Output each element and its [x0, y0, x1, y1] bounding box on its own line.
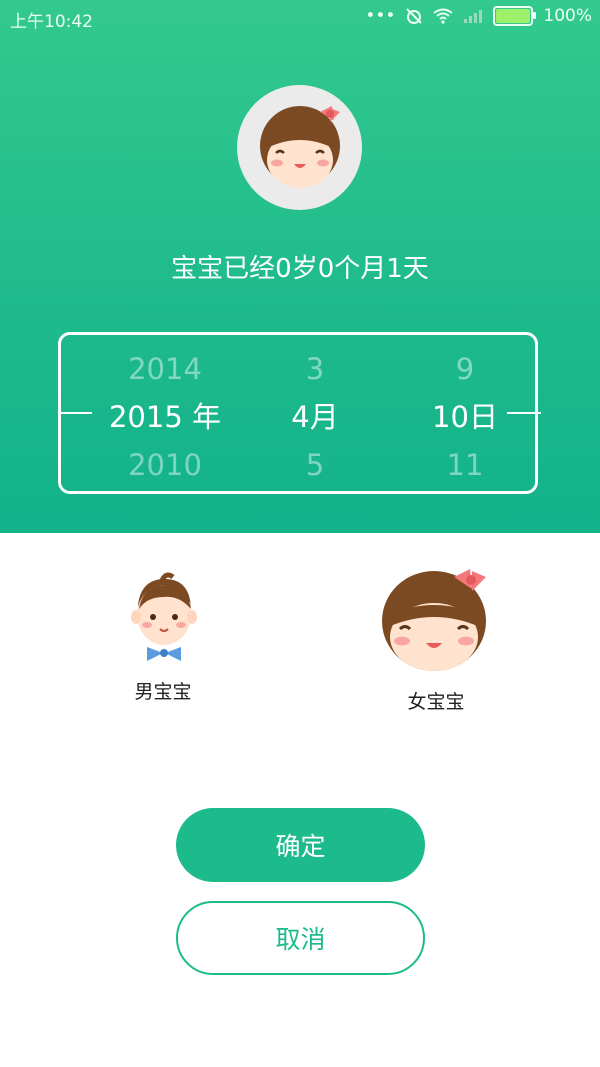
- boy-label: 男宝宝: [134, 681, 192, 703]
- year-prev[interactable]: 2014: [95, 345, 235, 393]
- month-prev[interactable]: 3: [245, 345, 385, 393]
- boy-face-icon: [131, 572, 197, 661]
- signal-icon: [464, 10, 483, 23]
- alarm-off-icon: [406, 8, 423, 24]
- status-bar: 上午10:42 ••• 100%: [0, 0, 600, 33]
- month-wheel[interactable]: 3 4月 5: [245, 345, 385, 489]
- baby-avatar[interactable]: [237, 85, 362, 210]
- battery-icon: [493, 6, 537, 26]
- month-selected[interactable]: 4月: [245, 393, 385, 441]
- day-selected[interactable]: 10日: [395, 393, 535, 441]
- baby-age-text: 宝宝已经0岁0个月1天: [171, 254, 429, 284]
- status-icons: ••• 100%: [365, 6, 592, 26]
- year-selected[interactable]: 2015 年: [95, 393, 235, 441]
- day-prev[interactable]: 9: [395, 345, 535, 393]
- gender-option-boy[interactable]: 男宝宝: [63, 565, 263, 704]
- cancel-button[interactable]: 取消: [176, 901, 425, 975]
- battery-percent: 100%: [543, 6, 592, 26]
- year-wheel[interactable]: 2014 2015 年 2010: [95, 345, 235, 489]
- gender-option-girl[interactable]: 女宝宝: [336, 565, 536, 714]
- picker-indicator-left: [58, 412, 92, 414]
- girl-face-icon: [259, 105, 340, 188]
- day-wheel[interactable]: 9 10日 11: [395, 345, 535, 489]
- day-next[interactable]: 11: [395, 441, 535, 489]
- girl-label: 女宝宝: [407, 691, 465, 713]
- more-dots-icon: •••: [365, 6, 396, 26]
- confirm-button[interactable]: 确定: [176, 808, 425, 882]
- girl-face-icon: [382, 569, 486, 671]
- month-next[interactable]: 5: [245, 441, 385, 489]
- wifi-icon: [433, 8, 454, 24]
- year-next[interactable]: 2010: [95, 441, 235, 489]
- status-time: 上午10:42: [10, 12, 93, 32]
